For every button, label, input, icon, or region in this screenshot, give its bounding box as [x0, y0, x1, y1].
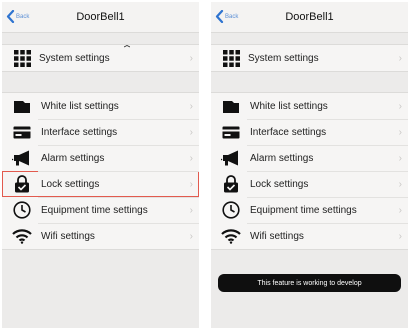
wifi-icon [220, 226, 242, 246]
white-list-settings-label: White list settings [41, 100, 119, 112]
lock-settings-label: Lock settings [41, 178, 100, 190]
white-list-settings-label: White list settings [250, 100, 328, 112]
wifi-settings-label: Wifi settings [250, 230, 304, 242]
phone-screen-right: Back DoorBell1 System settings › White l… [211, 2, 408, 328]
alarm-settings-label: Alarm settings [41, 152, 105, 164]
alarm-settings-item[interactable]: Alarm settings › [2, 145, 199, 171]
chevron-right-icon: › [189, 230, 193, 242]
lock-settings-item[interactable]: Lock settings › [2, 171, 199, 197]
toast-message: This feature is working to develop [218, 274, 401, 292]
megaphone-icon [220, 148, 242, 168]
grid-icon [220, 48, 242, 68]
card-icon [220, 122, 242, 142]
chevron-right-icon: › [189, 126, 193, 138]
system-settings-item[interactable]: System settings › [211, 45, 408, 71]
phone-screen-left: Back DoorBell1 System settings › White l… [2, 2, 199, 328]
white-list-settings-item[interactable]: White list settings › [2, 93, 199, 119]
interface-settings-label: Interface settings [250, 126, 327, 138]
clock-icon [220, 200, 242, 220]
alarm-settings-label: Alarm settings [250, 152, 314, 164]
chevron-right-icon: › [398, 100, 402, 112]
clock-icon [11, 200, 33, 220]
chevron-right-icon: › [189, 178, 193, 190]
chevron-right-icon: › [189, 100, 193, 112]
cursor-mark-icon [124, 45, 130, 48]
system-settings-label: System settings [248, 52, 319, 64]
nav-bar: Back DoorBell1 [2, 2, 199, 33]
white-list-settings-item[interactable]: White list settings › [211, 93, 408, 119]
wifi-settings-label: Wifi settings [41, 230, 95, 242]
system-section: System settings › [2, 44, 199, 72]
wifi-icon [11, 226, 33, 246]
interface-settings-label: Interface settings [41, 126, 118, 138]
equipment-time-settings-item[interactable]: Equipment time settings › [2, 197, 199, 223]
lock-icon [11, 174, 33, 194]
chevron-right-icon: › [398, 126, 402, 138]
grid-icon [11, 48, 33, 68]
settings-section: White list settings › Interface settings… [2, 92, 199, 250]
chevron-right-icon: › [398, 152, 402, 164]
chevron-right-icon: › [189, 152, 193, 164]
megaphone-icon [11, 148, 33, 168]
system-section: System settings › [211, 44, 408, 72]
equipment-time-settings-item[interactable]: Equipment time settings › [211, 197, 408, 223]
screenshot-pair: Back DoorBell1 System settings › White l… [0, 0, 410, 332]
folder-icon [220, 96, 242, 116]
alarm-settings-item[interactable]: Alarm settings › [211, 145, 408, 171]
interface-settings-item[interactable]: Interface settings › [2, 119, 199, 145]
lock-settings-item[interactable]: Lock settings › [211, 171, 408, 197]
chevron-right-icon: › [398, 230, 402, 242]
system-settings-item[interactable]: System settings › [2, 45, 199, 71]
wifi-settings-item[interactable]: Wifi settings › [211, 223, 408, 249]
folder-icon [11, 96, 33, 116]
chevron-right-icon: › [189, 52, 193, 64]
nav-bar: Back DoorBell1 [211, 2, 408, 33]
system-settings-label: System settings [39, 52, 110, 64]
equipment-time-settings-label: Equipment time settings [41, 204, 148, 216]
chevron-right-icon: › [189, 204, 193, 216]
chevron-right-icon: › [398, 52, 402, 64]
wifi-settings-item[interactable]: Wifi settings › [2, 223, 199, 249]
equipment-time-settings-label: Equipment time settings [250, 204, 357, 216]
page-title: DoorBell1 [76, 11, 125, 23]
lock-icon [220, 174, 242, 194]
page-title: DoorBell1 [285, 11, 334, 23]
card-icon [11, 122, 33, 142]
chevron-right-icon: › [398, 178, 402, 190]
interface-settings-item[interactable]: Interface settings › [211, 119, 408, 145]
settings-section: White list settings › Interface settings… [211, 92, 408, 250]
lock-settings-label: Lock settings [250, 178, 309, 190]
chevron-right-icon: › [398, 204, 402, 216]
